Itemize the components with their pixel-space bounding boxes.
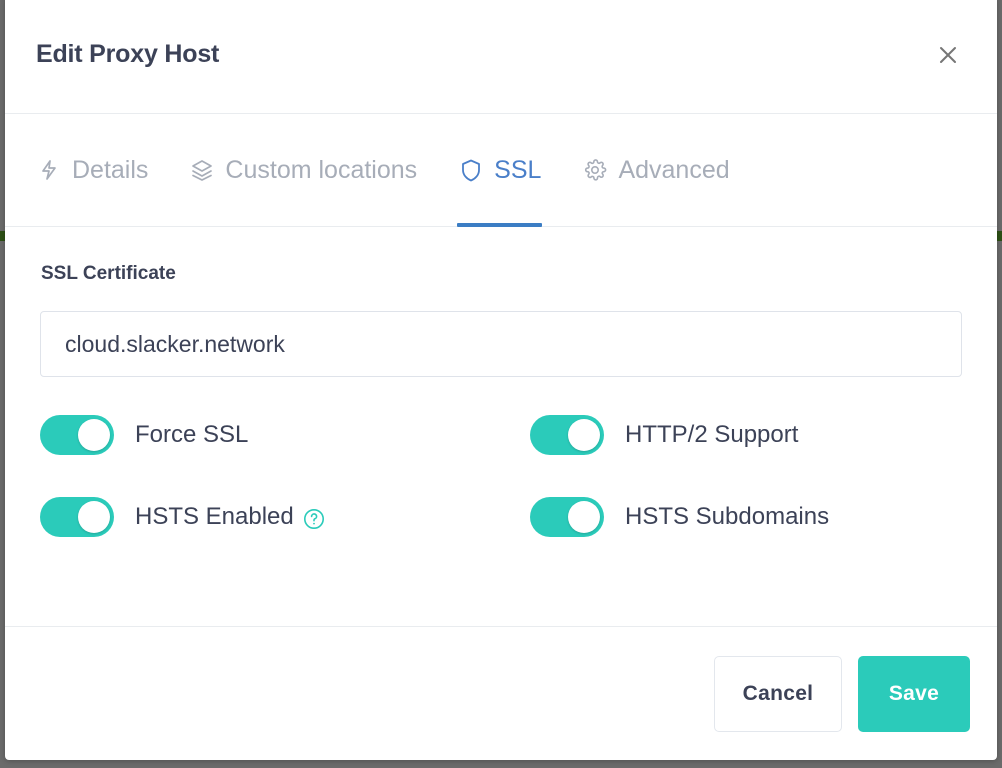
- toggle-row-hsts-enabled: HSTS Enabled: [40, 497, 530, 537]
- hsts-subdomains-label-text: HSTS Subdomains: [625, 503, 830, 530]
- tab-advanced-label: Advanced: [618, 155, 730, 184]
- toggle-row-hsts-subdomains: HSTS Subdomains: [530, 497, 962, 537]
- hsts-subdomains-label: HSTS Subdomains: [625, 503, 829, 531]
- tab-custom-locations[interactable]: Custom locations: [188, 114, 418, 226]
- ssl-toggle-grid: Force SSL HTTP/2 Support HSTS Enabled HS…: [40, 415, 962, 537]
- ssl-certificate-input[interactable]: [40, 311, 962, 377]
- modal-header: Edit Proxy Host: [5, 0, 997, 114]
- http2-support-toggle[interactable]: [530, 415, 604, 455]
- toggle-knob: [568, 419, 600, 451]
- tab-ssl[interactable]: SSL: [457, 114, 543, 227]
- force-ssl-label: Force SSL: [135, 421, 248, 449]
- shield-icon: [458, 157, 484, 183]
- http2-support-label: HTTP/2 Support: [625, 421, 798, 449]
- modal-body: SSL Certificate Force SSL HTTP/2 Support: [5, 227, 997, 626]
- http2-support-label-text: HTTP/2 Support: [625, 421, 799, 448]
- lightning-bolt-icon: [36, 157, 62, 183]
- force-ssl-label-text: Force SSL: [135, 421, 249, 448]
- toggle-knob: [568, 501, 600, 533]
- hsts-enabled-toggle[interactable]: [40, 497, 114, 537]
- gear-icon: [582, 157, 608, 183]
- tab-advanced[interactable]: Advanced: [581, 114, 730, 226]
- hsts-enabled-label: HSTS Enabled: [135, 503, 325, 531]
- cancel-button[interactable]: Cancel: [714, 655, 842, 732]
- toggle-knob: [78, 419, 110, 451]
- force-ssl-toggle[interactable]: [40, 415, 114, 455]
- help-circle-icon[interactable]: [303, 508, 325, 530]
- hsts-subdomains-toggle[interactable]: [530, 497, 604, 537]
- hsts-enabled-label-text: HSTS Enabled: [135, 503, 294, 530]
- modal-footer: Cancel Save: [5, 626, 997, 760]
- tab-details[interactable]: Details: [35, 114, 149, 226]
- edit-proxy-host-modal: Edit Proxy Host Details Custom locations…: [5, 0, 997, 760]
- save-button[interactable]: Save: [858, 655, 970, 732]
- tab-ssl-label: SSL: [494, 155, 542, 184]
- tab-custom-locations-label: Custom locations: [225, 155, 418, 184]
- page-title: Edit Proxy Host: [36, 40, 220, 68]
- backdrop-accent-right: [997, 231, 1002, 241]
- close-icon[interactable]: [931, 38, 965, 72]
- tab-details-label: Details: [72, 155, 149, 184]
- layers-icon: [189, 157, 215, 183]
- toggle-row-force-ssl: Force SSL: [40, 415, 530, 455]
- tab-bar: Details Custom locations SSL Advanced: [5, 114, 997, 227]
- ssl-certificate-label: SSL Certificate: [41, 263, 176, 284]
- tab-active-underline: [457, 223, 543, 227]
- toggle-knob: [78, 501, 110, 533]
- toggle-row-http2-support: HTTP/2 Support: [530, 415, 962, 455]
